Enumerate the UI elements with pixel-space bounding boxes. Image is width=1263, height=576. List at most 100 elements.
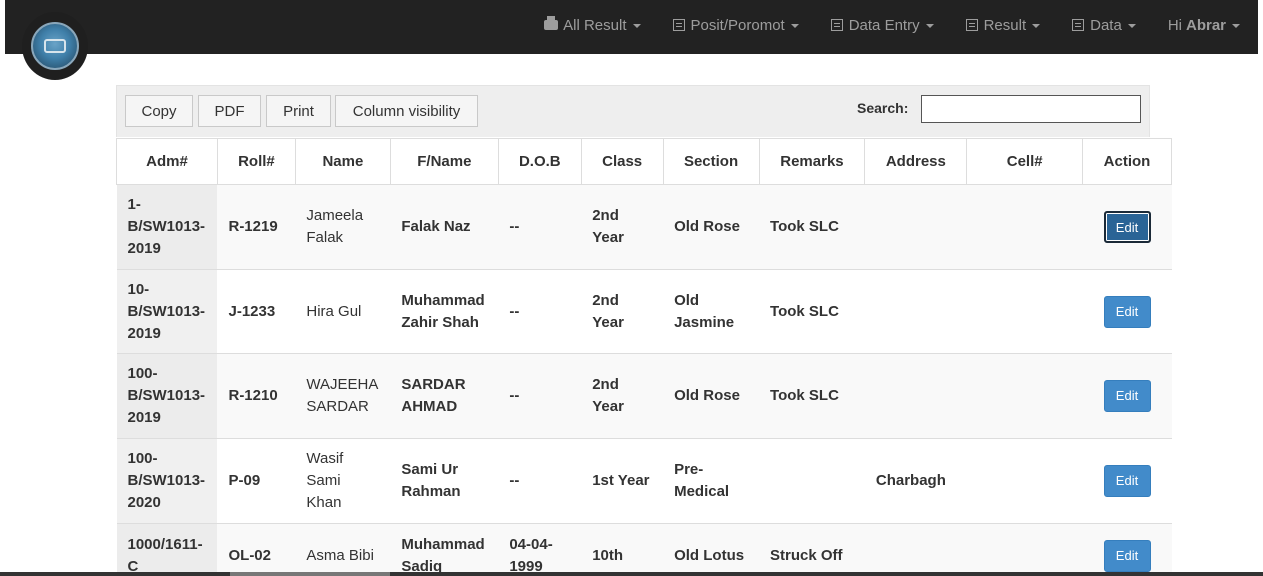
cell-section: Pre-Medical bbox=[663, 438, 760, 524]
nav-all-result[interactable]: All Result bbox=[544, 16, 641, 34]
col-header-section[interactable]: Section bbox=[662, 138, 760, 185]
nav-menu: All Result Posit/Poromot Data Entry Resu… bbox=[512, 0, 1240, 50]
edit-button[interactable]: Edit bbox=[1103, 539, 1151, 572]
cell-remarks: Struck Off bbox=[759, 523, 865, 576]
col-header-class[interactable]: Class bbox=[580, 138, 664, 185]
col-header-remarks[interactable]: Remarks bbox=[758, 138, 866, 185]
cell-remarks: Took SLC bbox=[759, 184, 865, 270]
cell-fname: Sami Ur Rahman bbox=[390, 438, 499, 524]
nav-user-menu[interactable]: Hi Abrar bbox=[1168, 17, 1240, 34]
cell-dob: -- bbox=[498, 438, 582, 524]
cell-action: Edit bbox=[1082, 353, 1172, 439]
cell-fname: Falak Naz bbox=[390, 184, 499, 270]
cell-name: Hira Gul bbox=[295, 269, 391, 354]
scrollbar-thumb[interactable] bbox=[230, 572, 390, 576]
list-icon bbox=[1072, 19, 1085, 31]
edit-button[interactable]: Edit bbox=[1103, 465, 1151, 497]
cell-roll: R-1210 bbox=[217, 353, 296, 439]
cell-cell bbox=[966, 523, 1083, 576]
edit-button[interactable]: Edit bbox=[1103, 211, 1151, 243]
cell-address bbox=[864, 523, 967, 576]
cell-adm: 100-B/SW1013-2020 bbox=[116, 438, 218, 524]
list-icon bbox=[830, 19, 843, 31]
nav-data-entry-label: Data Entry bbox=[848, 16, 920, 34]
col-header-name[interactable]: Name bbox=[294, 138, 391, 185]
edit-button[interactable]: Edit bbox=[1103, 295, 1151, 328]
col-header-fname[interactable]: F/Name bbox=[389, 138, 499, 185]
col-header-roll[interactable]: Roll# bbox=[216, 138, 296, 185]
cell-class: 2nd Year bbox=[581, 269, 664, 354]
cell-remarks: Took SLC bbox=[759, 269, 865, 354]
pdf-button[interactable]: PDF bbox=[198, 95, 261, 127]
caret-down-icon bbox=[1032, 24, 1041, 28]
edit-button[interactable]: Edit bbox=[1103, 380, 1151, 412]
top-navbar: All Result Posit/Poromot Data Entry Resu… bbox=[5, 0, 1258, 54]
cell-fname: Muhammad Zahir Shah bbox=[390, 269, 499, 354]
nav-all-result-label: All Result bbox=[563, 16, 627, 34]
cell-roll: R-1219 bbox=[217, 184, 296, 270]
col-header-dob[interactable]: D.O.B bbox=[497, 138, 582, 185]
cell-remarks: Took SLC bbox=[759, 353, 865, 439]
cell-dob: -- bbox=[498, 184, 582, 270]
cell-cell bbox=[966, 269, 1083, 354]
cell-address bbox=[864, 269, 967, 354]
cell-action: Edit bbox=[1082, 438, 1172, 524]
cell-class: 2nd Year bbox=[581, 353, 664, 439]
cell-address bbox=[864, 353, 967, 439]
col-header-adm[interactable]: Adm# bbox=[116, 138, 218, 185]
list-icon bbox=[965, 19, 978, 31]
col-header-cell[interactable]: Cell# bbox=[966, 138, 1084, 185]
cell-adm: 1-B/SW1013-2019 bbox=[116, 184, 218, 270]
cell-fname: SARDAR AHMAD bbox=[390, 353, 499, 439]
table-row: 100-B/SW1013-2020 P-09 Wasif Sami Khan S… bbox=[116, 438, 1172, 524]
cell-roll: P-09 bbox=[217, 438, 296, 524]
cell-cell bbox=[966, 184, 1083, 270]
cell-roll: J-1233 bbox=[217, 269, 296, 354]
table-toolbar: Copy PDF Print Column visibility Search: bbox=[116, 85, 1150, 137]
search-input[interactable] bbox=[921, 95, 1141, 123]
nav-data[interactable]: Data bbox=[1072, 17, 1136, 34]
cell-adm: 1000/1611-C bbox=[116, 523, 218, 576]
horizontal-scrollbar[interactable] bbox=[0, 572, 1263, 576]
cell-dob: 04-04-1999 bbox=[498, 523, 582, 576]
cell-cell bbox=[966, 438, 1083, 524]
caret-down-icon bbox=[925, 24, 934, 28]
nav-result-label: Result bbox=[983, 16, 1027, 34]
col-header-address[interactable]: Address bbox=[864, 138, 968, 185]
nav-result[interactable]: Result bbox=[965, 16, 1041, 34]
caret-down-icon bbox=[790, 24, 799, 28]
nav-posit-poromot-label: Posit/Poromot bbox=[690, 16, 785, 34]
cell-section: Old Rose bbox=[663, 184, 760, 270]
cell-dob: -- bbox=[498, 353, 582, 439]
table-row: 100-B/SW1013-2019 R-1210 WAJEEHA SARDAR … bbox=[116, 353, 1172, 439]
cell-section: Old Jasmine bbox=[663, 269, 760, 354]
nav-data-entry[interactable]: Data Entry bbox=[830, 16, 934, 34]
table-row: 1-B/SW1013-2019 R-1219 Jameela Falak Fal… bbox=[116, 184, 1172, 270]
cell-action: Edit bbox=[1082, 269, 1172, 354]
printer-icon bbox=[544, 16, 559, 30]
cell-name: Jameela Falak bbox=[295, 184, 391, 270]
cell-dob: -- bbox=[498, 269, 582, 354]
cell-action: Edit bbox=[1082, 184, 1172, 270]
caret-down-icon bbox=[632, 24, 641, 28]
column-visibility-button[interactable]: Column visibility bbox=[335, 95, 478, 127]
print-button[interactable]: Print bbox=[266, 95, 331, 127]
cell-adm: 10-B/SW1013-2019 bbox=[116, 269, 218, 354]
cell-name: Asma Bibi bbox=[295, 523, 391, 576]
nav-data-label: Data bbox=[1090, 16, 1122, 34]
cell-remarks bbox=[759, 438, 865, 524]
cell-address: Charbagh bbox=[864, 438, 967, 524]
cell-fname: Muhammad Sadiq bbox=[390, 523, 499, 576]
cell-adm: 100-B/SW1013-2019 bbox=[116, 353, 218, 439]
cell-section: Old Rose bbox=[663, 353, 760, 439]
cell-class: 10th bbox=[581, 523, 664, 576]
caret-down-icon bbox=[1232, 24, 1240, 28]
nav-posit-poromot[interactable]: Posit/Poromot bbox=[672, 16, 799, 34]
cell-address bbox=[864, 184, 967, 270]
copy-button[interactable]: Copy bbox=[125, 95, 193, 127]
user-greeting: Hi bbox=[1167, 16, 1182, 34]
cell-name: WAJEEHA SARDAR bbox=[295, 353, 391, 439]
table-row: 10-B/SW1013-2019 J-1233 Hira Gul Muhamma… bbox=[116, 269, 1172, 354]
cell-cell bbox=[966, 353, 1083, 439]
school-logo[interactable] bbox=[22, 12, 88, 80]
